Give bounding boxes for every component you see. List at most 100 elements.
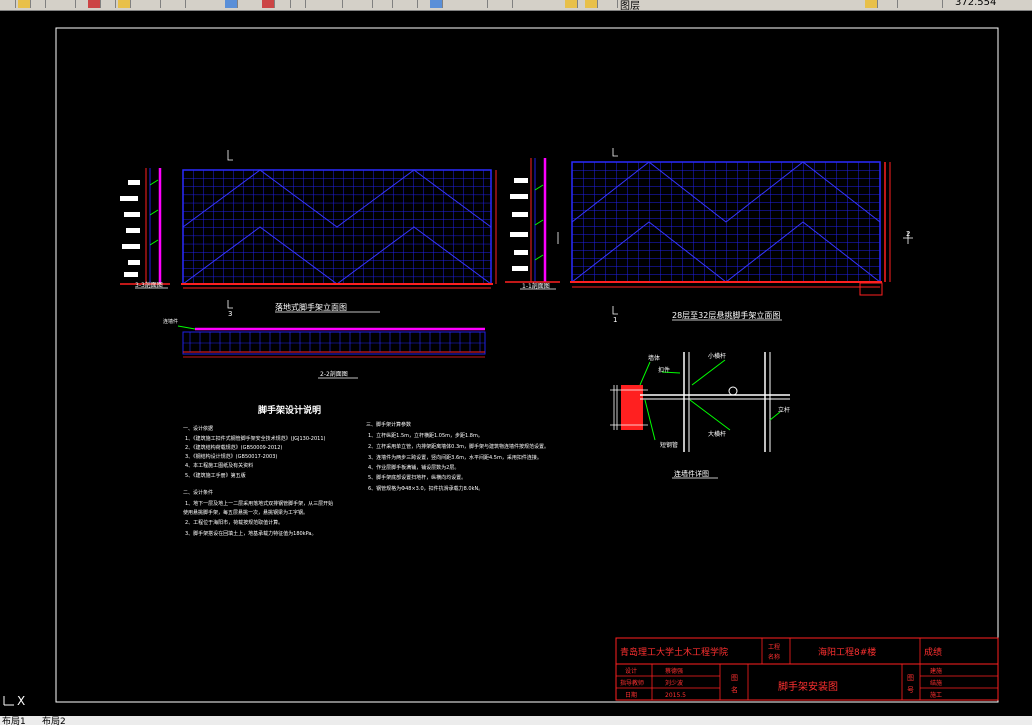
- notes-title: 脚手架设计说明: [258, 404, 321, 416]
- detail-label-post: 立杆: [778, 406, 790, 414]
- layer-freeze-icon[interactable]: [585, 0, 598, 8]
- svg-text:5、《建筑施工手册》第五版: 5、《建筑施工手册》第五版: [185, 472, 246, 479]
- svg-text:2、《建筑结构荷载规范》(GB50009-2012): 2、《建筑结构荷载规范》(GB50009-2012): [185, 444, 282, 451]
- drawing-border: [55, 27, 999, 703]
- svg-text:指导教师: 指导教师: [620, 679, 644, 687]
- layout-tab-bar: 布局1 布局2: [0, 716, 1032, 725]
- mark-3: 3: [228, 310, 232, 318]
- section-mark-3-top: [227, 150, 233, 161]
- section-2-2: 连墙件 2-2剖面图: [163, 318, 486, 379]
- svg-text:结施: 结施: [930, 679, 942, 687]
- cut-icon[interactable]: [88, 0, 101, 8]
- copy-icon[interactable]: [103, 0, 116, 8]
- notes-left-column: 一、设计依据 1、《建筑施工扣件式钢管脚手架安全技术规范》(JGJ130-201…: [183, 425, 333, 537]
- tab-layout-1[interactable]: 布局1: [2, 716, 26, 725]
- svg-text:名: 名: [731, 685, 738, 694]
- svg-text:三、脚手架计算参数: 三、脚手架计算参数: [366, 421, 411, 428]
- pan-icon[interactable]: [225, 0, 238, 8]
- svg-text:4、本工程施工图纸及有关资料: 4、本工程施工图纸及有关资料: [185, 462, 253, 469]
- detail-title: 连墙件详图: [674, 469, 709, 478]
- zoom-realtime-icon[interactable]: [262, 0, 275, 8]
- mark-1: 1: [613, 316, 617, 324]
- paste-icon[interactable]: [118, 0, 131, 8]
- drawing-canvas[interactable]: 落地式脚手架立面图 3 3-3剖面图 1-1剖面图 28层至32层悬挑脚手架立面…: [0, 10, 1032, 716]
- wall-block: [621, 385, 643, 430]
- help-icon[interactable]: [500, 0, 513, 8]
- wall-tie-detail: 墙体 扣件 小横杆 大横杆 立杆 短钢管 连墙件详图: [610, 352, 790, 479]
- properties-icon[interactable]: [330, 0, 343, 8]
- layer-on-icon[interactable]: [565, 0, 578, 8]
- tb-drawing-name: 脚手架安装图: [778, 680, 838, 693]
- detail-label-short-pipe: 短钢管: [660, 441, 678, 449]
- tb-project-name: 海阳工程8#楼: [818, 646, 876, 658]
- sec22-title: 2-2剖面图: [320, 370, 348, 378]
- svg-text:6、钢管规格为Φ48×3.0，扣件抗滑承载力8.0kN。: 6、钢管规格为Φ48×3.0，扣件抗滑承载力8.0kN。: [368, 485, 483, 492]
- notes-right-column: 三、脚手架计算参数 1、立杆纵距1.5m，立杆横距1.05m，步距1.8m。 2…: [366, 421, 549, 492]
- svg-text:建施: 建施: [930, 667, 942, 675]
- elev2-title: 28层至32层悬挑脚手架立面图: [672, 310, 780, 320]
- svg-text:图: 图: [907, 674, 914, 682]
- svg-text:设计: 设计: [625, 667, 637, 675]
- calculator-icon[interactable]: [475, 0, 488, 8]
- detail-label-wall: 墙体: [648, 354, 660, 362]
- match-properties-icon[interactable]: [930, 0, 943, 8]
- tb-designer: 蔡德强: [665, 667, 683, 675]
- svg-text:1、地下一层及地上一二层采用落地式双排钢管脚手架，从三层开始: 1、地下一层及地上一二层采用落地式双排钢管脚手架，从三层开始: [185, 500, 333, 507]
- elevation-2: 28层至32层悬挑脚手架立面图 1 2: [557, 148, 913, 324]
- tb-school: 青岛理工大学土木工程学院: [620, 646, 728, 658]
- undo-icon[interactable]: [148, 0, 161, 8]
- open-icon[interactable]: [3, 0, 16, 8]
- layer-previous-icon[interactable]: [865, 0, 878, 8]
- sec33-title: 3-3剖面图: [135, 281, 163, 289]
- text-style-icon[interactable]: [360, 0, 373, 8]
- svg-text:1、《建筑施工扣件式钢管脚手架安全技术规范》(JGJ130-: 1、《建筑施工扣件式钢管脚手架安全技术规范》(JGJ130-2011): [185, 435, 326, 442]
- svg-text:一、设计依据: 一、设计依据: [183, 425, 213, 432]
- svg-text:5、脚手架底部设置扫地杆，纵横向均设置。: 5、脚手架底部设置扫地杆，纵横向均设置。: [368, 474, 466, 481]
- mark-2: 2: [906, 230, 910, 238]
- svg-text:名称: 名称: [768, 653, 780, 661]
- detail-label-small-bar: 小横杆: [708, 352, 726, 360]
- svg-text:施工: 施工: [930, 691, 942, 699]
- detail-label-large-bar: 大横杆: [708, 430, 726, 438]
- svg-text:2、立杆采用单立管，内排架距离墙体0.3m，脚手架与建筑物连: 2、立杆采用单立管，内排架距离墙体0.3m，脚手架与建筑物连墙件按规范设置。: [368, 443, 549, 450]
- dim-style-icon[interactable]: [380, 0, 393, 8]
- title-block: 青岛理工大学土木工程学院 工程 名称 海阳工程8#楼 成绩 设计 蔡德强 指导教…: [615, 637, 999, 701]
- zoom-previous-icon[interactable]: [293, 0, 306, 8]
- svg-text:3、《钢结构设计规范》(GB50017-2003): 3、《钢结构设计规范》(GB50017-2003): [185, 453, 277, 460]
- svg-text:3、脚手架搭设在回填土上，地基承载力特征值为180kPa。: 3、脚手架搭设在回填土上，地基承载力特征值为180kPa。: [185, 530, 316, 537]
- ucs-x-label: X: [17, 694, 25, 708]
- redo-icon[interactable]: [173, 0, 186, 8]
- save-icon[interactable]: [33, 0, 46, 8]
- svg-text:1、立杆纵距1.5m，立杆横距1.05m，步距1.8m。: 1、立杆纵距1.5m，立杆横距1.05m，步距1.8m。: [368, 432, 483, 439]
- svg-text:号: 号: [907, 686, 914, 694]
- zoom-window-icon[interactable]: [278, 0, 291, 8]
- folder-icon[interactable]: [18, 0, 31, 8]
- plan-tag: 连墙件: [163, 318, 178, 325]
- section-3-3: 3-3剖面图: [120, 168, 170, 289]
- section-mark-3-bottom: [227, 300, 233, 309]
- section-1-1: 1-1剖面图: [505, 158, 560, 290]
- layer-manager-icon[interactable]: [430, 0, 443, 8]
- elev1-title: 落地式脚手架立面图: [275, 302, 347, 312]
- svg-text:工程: 工程: [768, 643, 780, 651]
- svg-text:图: 图: [731, 674, 738, 682]
- layer-color-icon[interactable]: [605, 0, 618, 8]
- sec11-title: 1-1剖面图: [522, 282, 550, 290]
- ucs-icon: X: [3, 694, 25, 708]
- svg-text:使用悬挑脚手架，每五层悬挑一次，悬挑钢梁为工字钢。: 使用悬挑脚手架，每五层悬挑一次，悬挑钢梁为工字钢。: [183, 509, 308, 516]
- design-notes: 脚手架设计说明 一、设计依据 1、《建筑施工扣件式钢管脚手架安全技术规范》(JG…: [183, 404, 549, 537]
- svg-text:2、工程位于海阳市，荷载按规范取值计算。: 2、工程位于海阳市，荷载按规范取值计算。: [185, 519, 283, 526]
- svg-text:日期: 日期: [625, 691, 637, 699]
- tb-grade-label: 成绩: [924, 646, 942, 658]
- elevation-1: 落地式脚手架立面图 3: [181, 150, 497, 318]
- print-icon[interactable]: [63, 0, 76, 8]
- tb-advisor: 刘少波: [665, 679, 683, 687]
- table-style-icon[interactable]: [405, 0, 418, 8]
- svg-text:4、作业层脚手板满铺，铺设层数为2层。: 4、作业层脚手板满铺，铺设层数为2层。: [368, 464, 459, 471]
- detail-label-clamp: 扣件: [658, 366, 670, 374]
- make-current-icon[interactable]: [885, 0, 898, 8]
- svg-text:3、连墙件为两步三跨设置，竖向间距3.6m，水平间距4.5m: 3、连墙件为两步三跨设置，竖向间距3.6m，水平间距4.5m，采用扣件连接。: [368, 454, 542, 461]
- tab-layout-2[interactable]: 布局2: [42, 716, 66, 725]
- tb-date: 2015.5: [665, 692, 686, 699]
- coordinate-readout: 372.554: [955, 0, 997, 8]
